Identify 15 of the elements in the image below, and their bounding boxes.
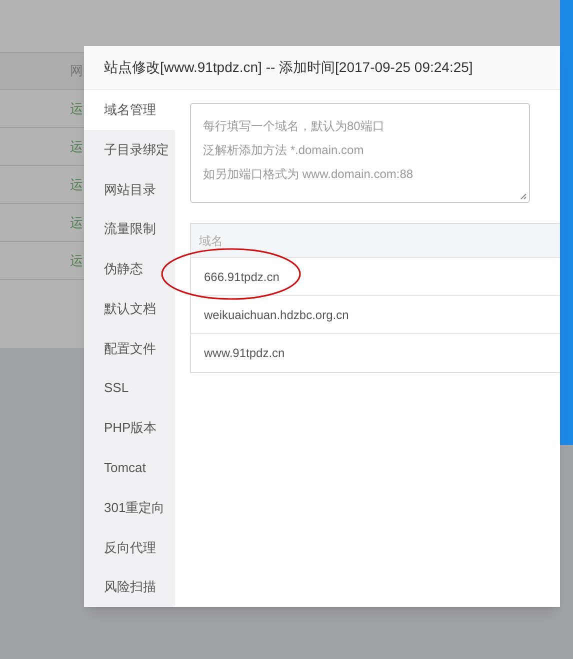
placeholder-text: 如另加端口格式为 www.domain.com:88	[203, 166, 414, 183]
status-text: 运	[70, 176, 83, 194]
column-header: 域名	[199, 232, 223, 250]
resize-grip-icon	[520, 193, 527, 200]
placeholder-text: 每行填写一个域名，默认为80端口	[203, 118, 384, 135]
status-text: 运	[70, 100, 83, 118]
placeholder-text: 泛解析添加方法 *.domain.com	[203, 142, 364, 159]
domain-cell-text: www.91tpdz.cn	[204, 345, 285, 362]
dialog-title: 站点修改[www.91tpdz.cn] -- 添加时间[2017-09-25 09:24:25]	[104, 58, 473, 77]
domain-cell-text: weikuaichuan.hdzbc.org.cn	[204, 306, 349, 324]
status-text: 运	[70, 138, 83, 156]
status-text: 运	[70, 214, 83, 232]
status-text: 运	[70, 252, 83, 270]
sidebar-item[interactable]: 域名管理	[84, 90, 175, 130]
domain-cell-text: 666.91tpdz.cn	[204, 268, 280, 286]
